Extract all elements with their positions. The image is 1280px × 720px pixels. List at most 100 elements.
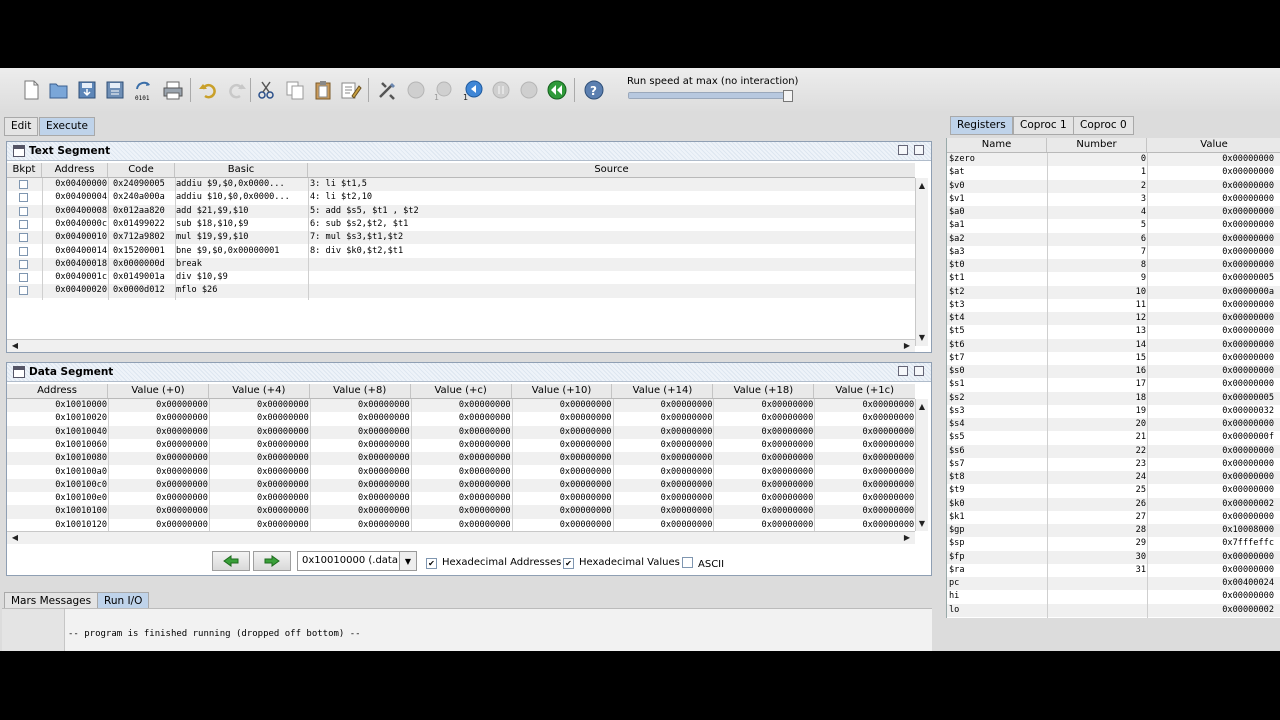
register-value[interactable]: 0x00000000 [1147,193,1275,206]
register-row[interactable]: $s5 21 0x0000000f [947,431,1280,444]
table-row[interactable]: 0x10010060 0x00000000 0x00000000 0x00000000… [7,439,915,452]
value-cell[interactable]: 0x00000000 [108,492,209,505]
register-row[interactable]: $t7 15 0x00000000 [947,352,1280,365]
value-cell[interactable]: 0x00000000 [310,466,411,479]
value-cell[interactable]: 0x00000000 [713,412,814,425]
value-cell[interactable]: 0x00000000 [411,439,512,452]
table-row[interactable]: 0x00400020 0x0000d012 mflo $26 [7,284,915,298]
register-row[interactable]: $a0 4 0x00000000 [947,206,1280,220]
text-segment-vscroll[interactable]: ▲ ▼ [915,178,928,346]
value-cell[interactable]: 0x00000000 [310,426,411,439]
value-cell[interactable]: 0x00000000 [108,426,209,439]
run-icon[interactable] [403,77,429,103]
new-file-icon[interactable] [18,77,44,103]
register-value[interactable]: 0x0000000f [1147,431,1275,444]
checkbox-box[interactable]: ✔ [426,558,437,569]
breakpoint-checkbox[interactable] [19,246,28,256]
value-cell[interactable]: 0x00000000 [713,479,814,492]
breakpoint-checkbox[interactable] [19,233,28,243]
value-cell[interactable]: 0x00000000 [411,452,512,465]
register-row[interactable]: $t9 25 0x00000000 [947,484,1280,497]
register-row[interactable]: $s3 19 0x00000032 [947,405,1280,418]
print-icon[interactable] [160,77,186,103]
value-cell[interactable]: 0x00000000 [209,452,310,465]
register-value[interactable]: 0x00000000 [1147,378,1275,391]
register-row[interactable]: $sp 29 0x7fffeffc [947,537,1280,550]
segment-select[interactable]: 0x10010000 (.data) ▼ [297,551,417,571]
column-name[interactable]: Name [947,138,1047,152]
data-column-header[interactable]: Value (+10) [512,384,613,398]
value-cell[interactable]: 0x00000000 [613,426,714,439]
scroll-down-icon[interactable]: ▼ [916,333,928,343]
value-cell[interactable]: 0x00000000 [209,492,310,505]
value-cell[interactable]: 0x00000000 [512,439,613,452]
run-speed-thumb[interactable] [783,90,793,102]
find-replace-icon[interactable] [338,77,364,103]
checkbox-box[interactable]: ✔ [563,558,574,569]
register-row[interactable]: $s4 20 0x00000000 [947,418,1280,432]
register-value[interactable]: 0x00400024 [1147,577,1275,590]
data-segment-hscroll[interactable]: ◀ ▶ [7,531,915,544]
register-value[interactable]: 0x00000000 [1147,551,1275,564]
data-column-header[interactable]: Value (+1c) [814,384,915,398]
table-row[interactable]: 0x00400000 0x24090005 addiu $9,$0,0x0000..… [7,178,915,192]
table-row[interactable]: 0x100100a0 0x00000000 0x00000000 0x00000000… [7,466,915,479]
register-value[interactable]: 0x00000000 [1147,458,1275,471]
value-cell[interactable]: 0x00000000 [209,505,310,518]
value-cell[interactable]: 0x00000000 [108,479,209,492]
register-row[interactable]: $s2 18 0x00000005 [947,391,1280,405]
column-code[interactable]: Code [108,163,175,177]
register-row[interactable]: $t1 9 0x00000005 [947,272,1280,285]
register-row[interactable]: lo 0x00000002 [947,603,1280,617]
register-value[interactable]: 0x00000000 [1147,153,1275,166]
value-cell[interactable]: 0x00000000 [209,519,310,532]
register-row[interactable]: $v0 2 0x00000000 [947,179,1280,193]
cut-icon[interactable] [253,77,279,103]
value-cell[interactable]: 0x00000000 [512,399,613,412]
paste-icon[interactable] [310,77,336,103]
value-cell[interactable]: 0x00000000 [814,466,915,479]
scroll-left-icon[interactable]: ◀ [9,341,21,351]
ascii-checkbox[interactable]: ASCII [682,557,724,570]
value-cell[interactable]: 0x00000000 [108,466,209,479]
register-row[interactable]: $a1 5 0x00000000 [947,219,1280,232]
value-cell[interactable]: 0x00000000 [613,439,714,452]
tab-coproc0[interactable]: Coproc 0 [1073,116,1134,135]
value-cell[interactable]: 0x00000000 [209,479,310,492]
register-row[interactable]: $at 1 0x00000000 [947,166,1280,179]
value-cell[interactable]: 0x00000000 [713,399,814,412]
value-cell[interactable]: 0x00000000 [411,505,512,518]
stop-icon[interactable] [516,77,542,103]
value-cell[interactable]: 0x00000000 [512,519,613,532]
register-value[interactable]: 0x00000000 [1147,206,1275,219]
value-cell[interactable]: 0x00000000 [814,439,915,452]
value-cell[interactable]: 0x00000000 [613,399,714,412]
register-row[interactable]: pc 0x00400024 [947,577,1280,591]
register-row[interactable]: $t4 12 0x00000000 [947,312,1280,326]
table-row[interactable]: 0x0040000c 0x01499022 sub $18,$10,$9 6: sub… [7,218,915,231]
register-value[interactable]: 0x00000000 [1147,564,1275,577]
register-value[interactable]: 0x00000000 [1147,325,1275,338]
register-value[interactable]: 0x00000000 [1147,299,1275,312]
table-row[interactable]: 0x00400004 0x240a000a addiu $10,$0,0x0000.… [7,191,915,204]
restore-icon[interactable] [898,366,908,376]
value-cell[interactable]: 0x00000000 [713,426,814,439]
data-column-header[interactable]: Address [7,384,108,398]
value-cell[interactable]: 0x00000000 [310,505,411,518]
value-cell[interactable]: 0x00000000 [512,479,613,492]
value-cell[interactable]: 0x00000000 [310,479,411,492]
value-cell[interactable]: 0x00000000 [411,399,512,412]
register-value[interactable]: 0x00000000 [1147,166,1275,179]
register-row[interactable]: $fp 30 0x00000000 [947,550,1280,564]
data-column-header[interactable]: Value (+4) [209,384,310,398]
tab-registers[interactable]: Registers [950,116,1013,135]
table-row[interactable]: 0x10010000 0x00000000 0x00000000 0x00000000… [7,399,915,413]
value-cell[interactable]: 0x00000000 [613,452,714,465]
value-cell[interactable]: 0x00000000 [108,412,209,425]
register-value[interactable]: 0x00000002 [1147,498,1275,511]
value-cell[interactable]: 0x00000000 [209,439,310,452]
value-cell[interactable]: 0x00000000 [713,439,814,452]
table-row[interactable]: 0x10010040 0x00000000 0x00000000 0x00000000… [7,425,915,439]
register-row[interactable]: $gp 28 0x10008000 [947,524,1280,538]
value-cell[interactable]: 0x00000000 [814,452,915,465]
